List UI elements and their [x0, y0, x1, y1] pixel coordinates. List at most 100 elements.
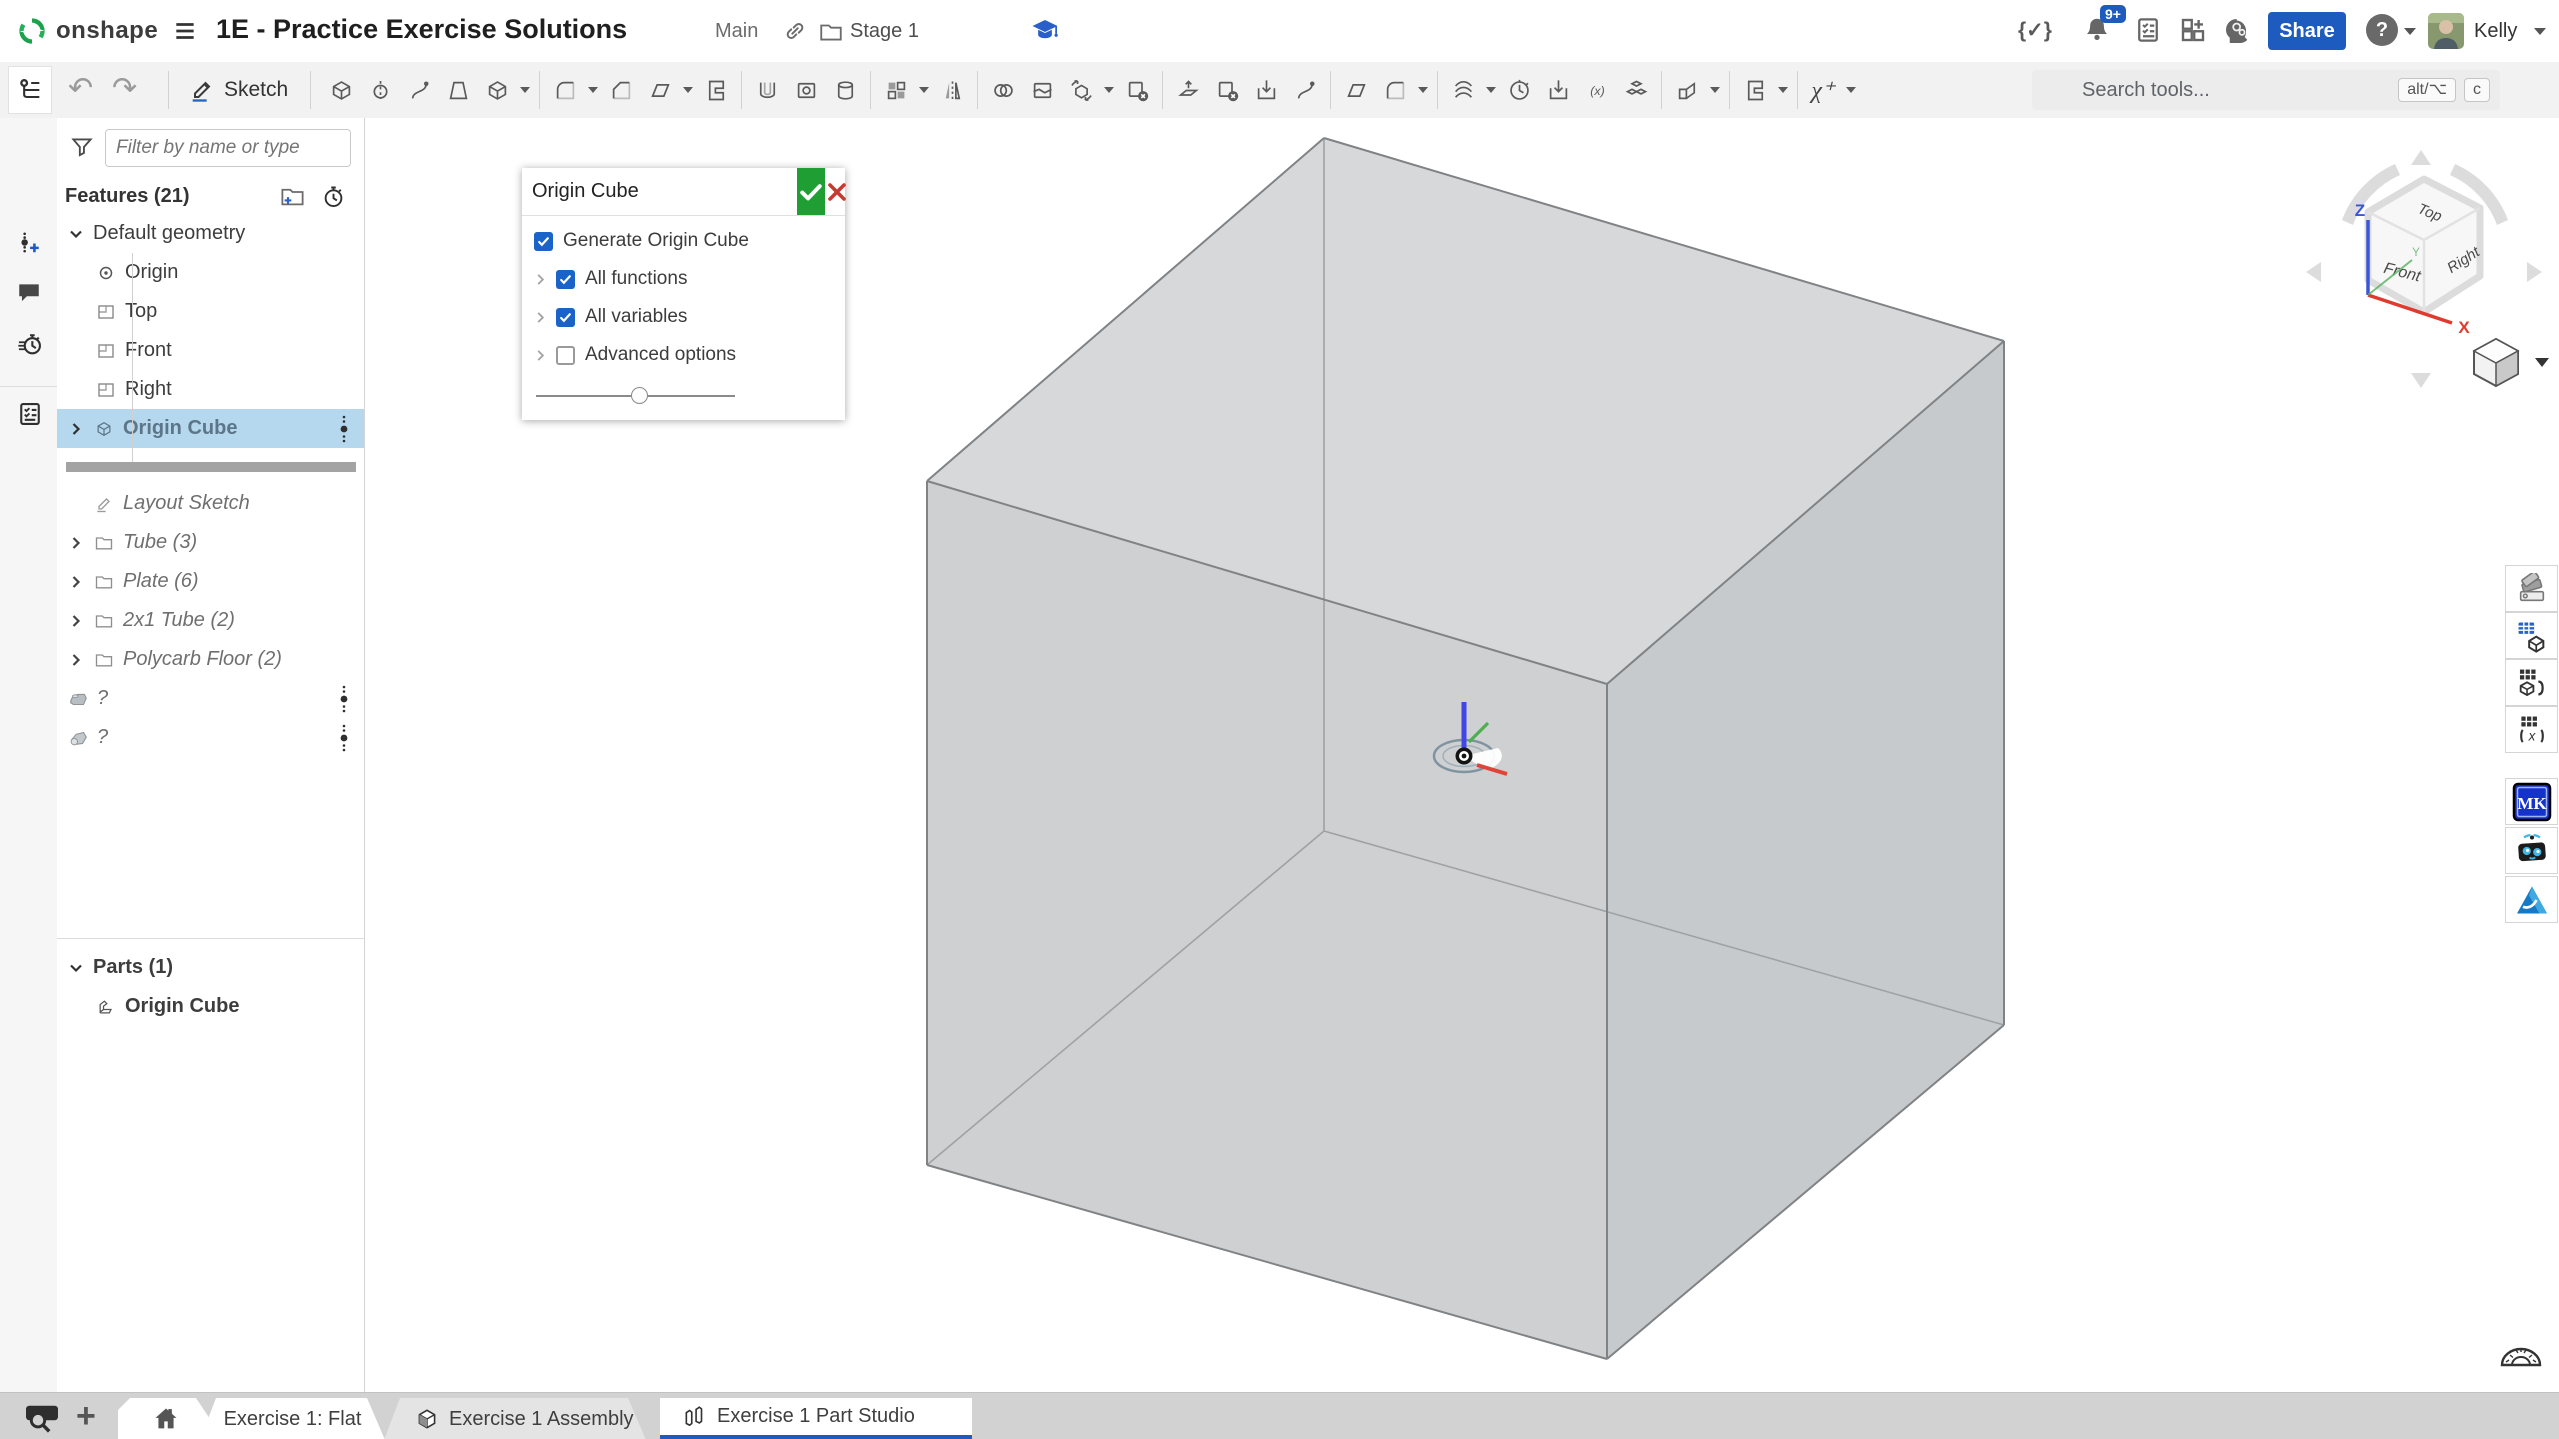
tree-item-top-plane[interactable]: Top	[57, 292, 364, 331]
featurescript-icon[interactable]: {✓}	[2018, 18, 2052, 43]
offset-surface-icon[interactable]	[1286, 69, 1324, 111]
delete-part-icon[interactable]	[1118, 69, 1156, 111]
sheet-metal-icon[interactable]	[1668, 69, 1706, 111]
surface-icon[interactable]	[1376, 69, 1414, 111]
transform-caret-icon[interactable]	[1104, 87, 1114, 93]
search-tabs-icon[interactable]	[22, 1401, 62, 1433]
draft-caret-icon[interactable]	[683, 87, 693, 93]
learning-cap-icon[interactable]	[1030, 15, 1060, 45]
surface-caret-icon[interactable]	[1418, 87, 1428, 93]
tree-item-front-plane[interactable]: Front	[57, 331, 364, 370]
create-tab-button[interactable]: +	[76, 1397, 96, 1436]
extrude-icon[interactable]	[322, 69, 360, 111]
split-icon[interactable]	[1023, 69, 1061, 111]
tree-item-origin-cube-selected[interactable]: Origin Cube	[57, 409, 364, 448]
tree-item-origin[interactable]: Origin	[57, 253, 364, 292]
variable-icon[interactable]	[1578, 69, 1616, 111]
measure-icon[interactable]	[1500, 69, 1538, 111]
chevron-right-icon[interactable]	[63, 575, 89, 589]
helix-icon[interactable]	[1444, 69, 1482, 111]
tree-item-folder-tube[interactable]: Tube (3)	[57, 523, 364, 562]
sheet-metal-caret-icon[interactable]	[1710, 87, 1720, 93]
view-cube[interactable]: Top Front Right Z X Y	[2290, 122, 2559, 392]
folder-breadcrumb[interactable]: Stage 1	[850, 20, 919, 43]
dialog-resize-slider[interactable]	[522, 374, 845, 418]
search-tools[interactable]: Search tools... alt/⌥ c	[2032, 70, 2500, 110]
insert-part-icon[interactable]	[2505, 612, 2558, 659]
revolve-icon[interactable]	[361, 69, 399, 111]
shell-icon[interactable]	[748, 69, 786, 111]
tab-exercise-1-assembly[interactable]: Exercise 1 Assembly	[384, 1398, 646, 1439]
history-icon[interactable]	[16, 330, 44, 358]
filter-input[interactable]	[105, 129, 351, 167]
option-all-variables[interactable]: All variables	[522, 298, 845, 336]
share-button[interactable]: Share	[2268, 12, 2346, 50]
custom-feature-icon[interactable]: χ⁺	[1804, 69, 1842, 111]
app-store-icon[interactable]	[2178, 15, 2208, 45]
avatar[interactable]	[2428, 13, 2464, 49]
tree-item-folder-2x1-tube[interactable]: 2x1 Tube (2)	[57, 601, 364, 640]
rib-icon[interactable]	[697, 69, 735, 111]
mirror-icon[interactable]	[933, 69, 971, 111]
checkbox-unchecked-icon[interactable]	[556, 346, 575, 365]
option-generate-origin-cube[interactable]: Generate Origin Cube	[522, 222, 845, 260]
chevron-right-icon[interactable]	[63, 614, 89, 628]
user-name[interactable]: Kelly	[2474, 20, 2517, 43]
filter-icon[interactable]	[69, 134, 95, 160]
robot-assistant-icon[interactable]	[2505, 827, 2558, 874]
cancel-button[interactable]	[825, 168, 849, 215]
tree-item-unknown-chamfer[interactable]: ?	[57, 718, 364, 757]
rollback-bar[interactable]	[66, 462, 356, 472]
help-caret-icon[interactable]	[2404, 28, 2416, 35]
tree-item-folder-polycarb-floor[interactable]: Polycarb Floor (2)	[57, 640, 364, 679]
tab-exercise-1-flat[interactable]: Exercise 1: Flat	[200, 1398, 385, 1439]
appearance-panel-icon[interactable]	[2505, 565, 2558, 612]
insert-item-icon[interactable]	[16, 230, 42, 256]
checkbox-checked-icon[interactable]	[556, 308, 575, 327]
mkcad-icon[interactable]: MK	[2505, 778, 2558, 825]
chevron-down-icon[interactable]	[63, 961, 89, 975]
confirm-button[interactable]	[797, 168, 825, 215]
frame-caret-icon[interactable]	[1778, 87, 1788, 93]
redo-button[interactable]: ↷	[112, 64, 137, 114]
expand-chevron-icon[interactable]	[534, 273, 556, 286]
thicken-icon[interactable]	[478, 69, 516, 111]
tree-item-layout-sketch[interactable]: Layout Sketch	[57, 484, 364, 523]
insert-config-part-icon[interactable]	[2505, 659, 2558, 706]
fillet-caret-icon[interactable]	[588, 87, 598, 93]
move-face-icon[interactable]	[1169, 69, 1207, 111]
protractor-icon[interactable]	[2498, 1336, 2544, 1370]
checkbox-checked-icon[interactable]	[534, 232, 553, 251]
tree-item-default-geometry[interactable]: Default geometry	[57, 214, 364, 253]
chevron-down-icon[interactable]	[63, 227, 89, 241]
chevron-right-icon[interactable]	[63, 653, 89, 667]
undo-button[interactable]: ↶	[68, 64, 93, 114]
loft-icon[interactable]	[439, 69, 477, 111]
thread-icon[interactable]	[826, 69, 864, 111]
thicken-caret-icon[interactable]	[520, 87, 530, 93]
comments-icon[interactable]	[16, 280, 42, 306]
parts-header[interactable]: Parts (1)	[57, 948, 364, 987]
boolean-icon[interactable]	[984, 69, 1022, 111]
tree-item-unknown-fillet[interactable]: ?	[57, 679, 364, 718]
feature-list-toggle[interactable]	[8, 66, 52, 114]
ai-advisor-icon[interactable]	[2222, 15, 2254, 47]
option-all-functions[interactable]: All functions	[522, 260, 845, 298]
custom-feature-caret-icon[interactable]	[1846, 87, 1856, 93]
main-menu-icon[interactable]	[172, 18, 198, 44]
tab-exercise-1-part-studio[interactable]: Exercise 1 Part Studio	[660, 1398, 972, 1439]
tree-item-right-plane[interactable]: Right	[57, 370, 364, 409]
hole-icon[interactable]	[787, 69, 825, 111]
drag-handle-icon[interactable]	[338, 684, 350, 714]
instances-icon[interactable]	[1617, 69, 1655, 111]
import-icon[interactable]	[1539, 69, 1577, 111]
draft-icon[interactable]	[641, 69, 679, 111]
alliance-icon[interactable]	[2505, 876, 2558, 923]
replace-face-icon[interactable]	[1247, 69, 1285, 111]
chevron-right-icon[interactable]	[63, 422, 89, 436]
option-advanced-options[interactable]: Advanced options	[522, 336, 845, 374]
view-options-button[interactable]	[2474, 339, 2549, 386]
expand-chevron-icon[interactable]	[534, 311, 556, 324]
fillet-icon[interactable]	[546, 69, 584, 111]
checkbox-checked-icon[interactable]	[556, 270, 575, 289]
